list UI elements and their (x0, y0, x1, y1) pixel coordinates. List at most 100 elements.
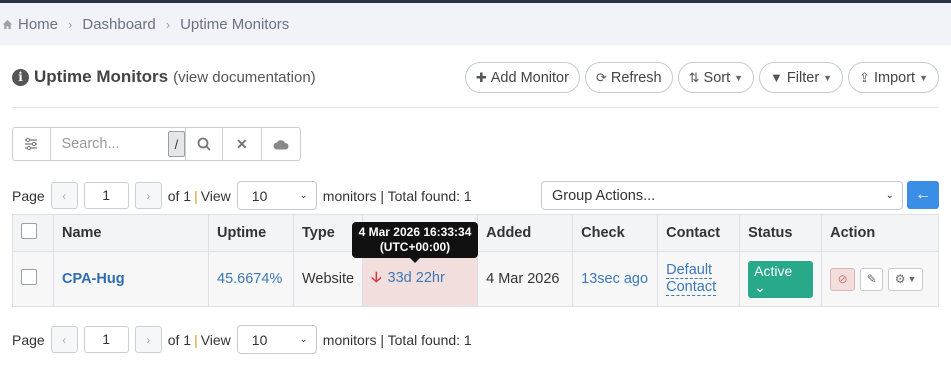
chevron-down-icon: ⌄ (754, 278, 766, 295)
search-filter-button[interactable] (13, 128, 51, 160)
chevron-right-icon: › (146, 332, 151, 347)
refresh-icon: ⟳ (595, 69, 607, 85)
search-icon (197, 137, 211, 151)
column-header-added[interactable]: Added (477, 214, 574, 252)
next-page-button[interactable]: › (134, 182, 162, 209)
group-actions-apply-button[interactable]: ← (907, 181, 939, 209)
page-title: Uptime Monitors (34, 67, 169, 86)
added-cell: 4 Mar 2026 (477, 251, 574, 307)
monitor-name-cell: CPA-Hug (53, 251, 209, 307)
view-label: View (200, 187, 231, 204)
column-header-uptime[interactable]: Uptime (208, 214, 294, 252)
home-icon (2, 19, 13, 29)
settings-menu-button[interactable]: ⚙ ▼ (888, 267, 924, 291)
row-checkbox[interactable] (21, 269, 37, 285)
search-button[interactable] (184, 128, 224, 160)
divider (12, 107, 939, 108)
column-header-name[interactable]: Name (53, 214, 209, 252)
per-page-value: 10 (251, 187, 268, 204)
sort-button[interactable]: ⇅ Sort ▼ (677, 62, 755, 93)
pencil-icon: ✎ (866, 272, 877, 286)
info-icon: i (12, 68, 29, 86)
breadcrumb-dashboard[interactable]: Dashboard (82, 16, 155, 33)
page-count: of 1 (167, 187, 192, 204)
page-number-input[interactable]: 1 (83, 182, 129, 209)
per-page-select[interactable]: 10 ⌄ (236, 181, 317, 210)
sort-label: Sort (703, 69, 731, 86)
search-input[interactable]: Search... (51, 128, 169, 160)
gear-icon: ⚙ (894, 272, 906, 286)
add-monitor-button[interactable]: ✚ Add Monitor (464, 62, 580, 93)
contact-link[interactable]: Contact (666, 279, 717, 296)
filter-button[interactable]: ▼ Filter ▼ (759, 62, 844, 93)
eye-slash-icon: ⊘ (837, 272, 848, 286)
results-summary: monitors | Total found: 1 (322, 187, 472, 204)
breadcrumb-separator: › (165, 16, 171, 32)
last-check-link[interactable]: 13sec ago (581, 271, 648, 287)
prev-page-button[interactable]: ‹ (50, 182, 78, 209)
select-all-cell (12, 214, 54, 252)
group-actions-select[interactable]: Group Actions... ⌄ (541, 181, 903, 210)
breadcrumb-current: Uptime Monitors (180, 15, 290, 33)
last-down-link[interactable]: 33d 22hr (388, 270, 445, 286)
contact-cell: Default Contact (657, 251, 741, 307)
chevron-down-icon: ▼ (907, 274, 917, 284)
search-bar: Search... / ✕ (12, 127, 301, 161)
filter-label: Filter (786, 69, 820, 86)
last-down-tooltip: 4 Mar 2026 16:33:34 (UTC+00:00) (352, 222, 478, 263)
column-header-contact[interactable]: Contact (657, 214, 741, 252)
status-badge[interactable]: Active ⌄ (748, 260, 814, 298)
plus-icon: ✚ (475, 69, 487, 85)
chevron-down-icon: ▼ (823, 72, 833, 83)
filter-icon: ▼ (770, 70, 783, 85)
view-label: View (200, 331, 231, 348)
sort-icon: ⇅ (688, 69, 700, 85)
column-header-check[interactable]: Check (572, 214, 659, 252)
refresh-button[interactable]: ⟳ Refresh (584, 62, 673, 93)
toolbar: ✚ Add Monitor ⟳ Refresh ⇅ Sort ▼ ▼ Filter ▼ ⇪ I… (464, 62, 939, 93)
saved-search-button[interactable] (262, 128, 300, 160)
chevron-right-icon: › (146, 188, 151, 203)
breadcrumb-home[interactable]: Home (18, 16, 58, 33)
pager-separator: | (194, 187, 198, 204)
page-label: Page (12, 187, 45, 204)
breadcrumb: Home › Dashboard › Uptime Monitors (0, 3, 951, 45)
sliders-icon (25, 138, 38, 150)
upload-icon: ⇪ (859, 69, 870, 85)
column-header-status[interactable]: Status (739, 214, 823, 252)
pause-monitor-button[interactable]: ⊘ (830, 267, 856, 291)
last-down-cell: 🡣 33d 22hr (362, 251, 479, 307)
page-number-input[interactable]: 1 (83, 326, 129, 353)
select-all-checkbox[interactable] (21, 223, 37, 239)
clear-search-button[interactable]: ✕ (223, 128, 262, 160)
page-header: i Uptime Monitors (view documentation) (12, 60, 316, 94)
chevron-down-icon: ▼ (919, 72, 928, 83)
contact-link[interactable]: Default (666, 262, 713, 279)
cloud-icon (273, 139, 289, 149)
column-header-action: Action (821, 214, 939, 252)
arrow-down-icon: 🡣 (371, 269, 382, 286)
action-cell: ⊘ ✎ ⚙ ▼ (821, 251, 939, 307)
monitor-name-link[interactable]: CPA-Hug (62, 271, 125, 287)
tooltip-date: 4 Mar 2026 16:33:34 (358, 225, 472, 239)
results-summary: monitors | Total found: 1 (322, 331, 472, 348)
import-button[interactable]: ⇪ Import ▼ (848, 62, 939, 93)
pagination-top: Page ‹ 1 › of 1 | View 10 ⌄ monitors | To… (12, 181, 472, 210)
edit-button[interactable]: ✎ (860, 267, 884, 291)
per-page-value: 10 (251, 331, 268, 348)
pagination-bottom: Page ‹ 1 › of 1 | View 10 ⌄ monitors | To… (12, 325, 472, 354)
add-monitor-label: Add Monitor (490, 69, 569, 86)
import-label: Import (873, 69, 916, 86)
prev-page-button[interactable]: ‹ (50, 326, 78, 353)
per-page-select[interactable]: 10 ⌄ (236, 325, 317, 354)
chevron-down-icon: ⌄ (299, 190, 308, 201)
row-select-cell (12, 251, 54, 307)
chevron-left-icon: ‹ (62, 188, 67, 203)
search-shortcut-key: / (168, 131, 185, 157)
next-page-button[interactable]: › (134, 326, 162, 353)
uptime-link[interactable]: 45.6674% (217, 271, 282, 287)
chevron-left-icon: ‹ (62, 332, 67, 347)
view-documentation-link[interactable]: (view documentation) (173, 69, 316, 86)
page-count: of 1 (167, 331, 192, 348)
chevron-down-icon: ⌄ (885, 190, 894, 201)
